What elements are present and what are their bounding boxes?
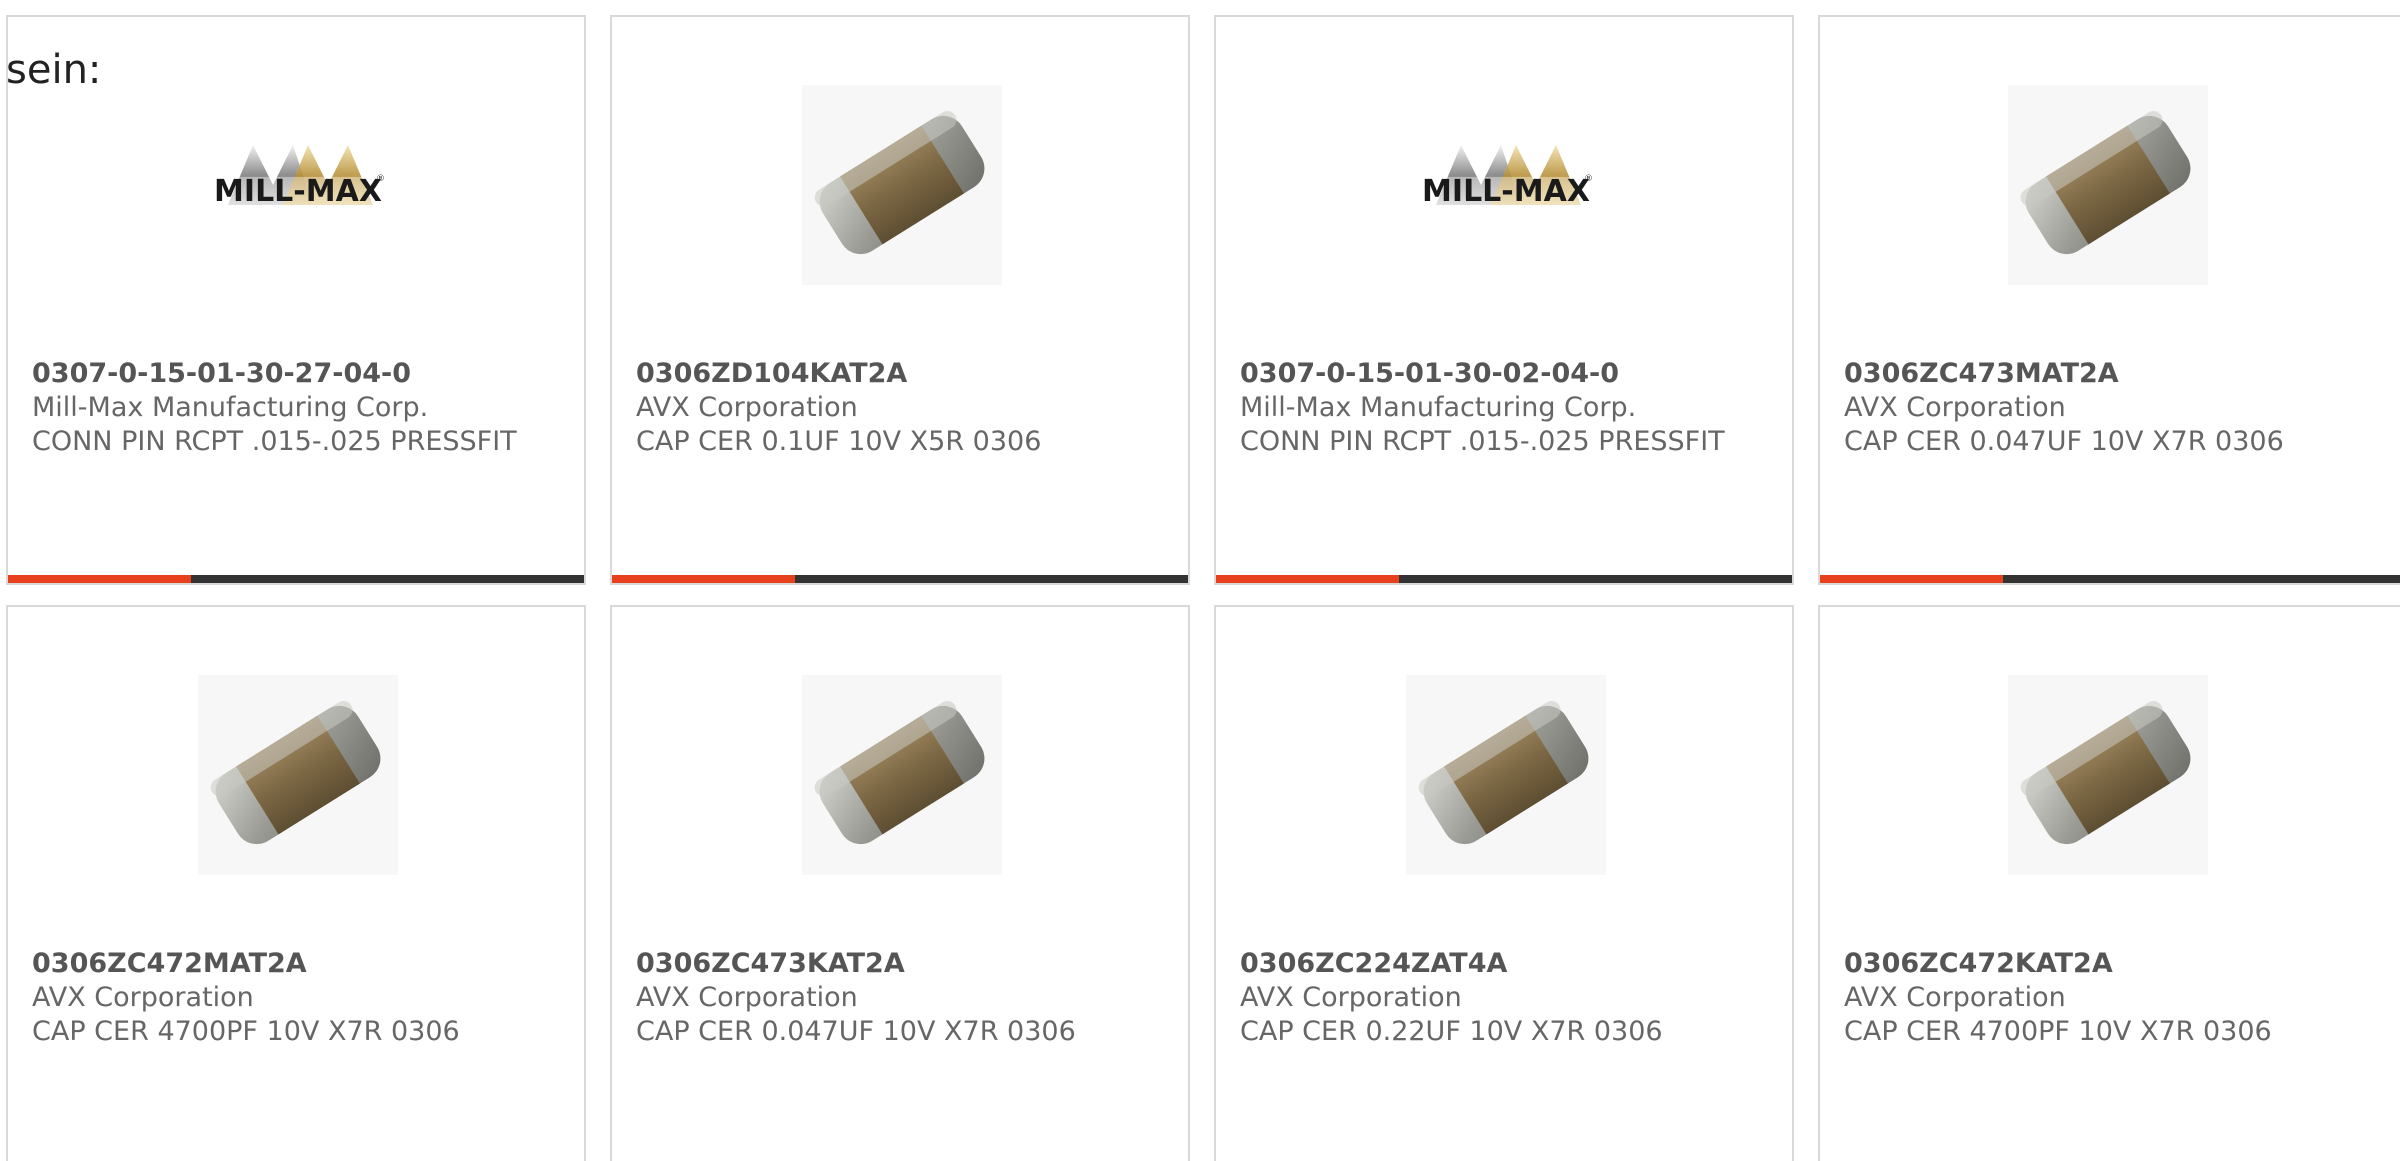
accent-segment xyxy=(1216,575,1399,583)
product-description: CAP CER 4700PF 10V X7R 0306 xyxy=(1844,1016,2272,1047)
product-image-mill-max-logo[interactable] xyxy=(1406,85,1606,285)
product-info: 0307-0-15-01-30-27-04-0 Mill-Max Manufac… xyxy=(32,357,560,459)
part-number-link[interactable]: 0306ZC472KAT2A xyxy=(1844,947,2384,981)
product-description: CONN PIN RCPT .015-.025 PRESSFIT xyxy=(1240,426,1725,457)
product-description: CAP CER 0.1UF 10V X5R 0306 xyxy=(636,426,1042,457)
manufacturer-name: AVX Corporation xyxy=(1240,982,1462,1013)
accent-segment xyxy=(612,575,795,583)
card-divider-bar xyxy=(1820,575,2400,583)
product-card[interactable]: 0306ZD104KAT2A AVX Corporation CAP CER 0… xyxy=(610,15,1190,585)
product-description: CONN PIN RCPT .015-.025 PRESSFIT xyxy=(32,426,517,457)
product-info: 0306ZC472MAT2A AVX Corporation CAP CER 4… xyxy=(32,947,560,1049)
manufacturer-name: Mill-Max Manufacturing Corp. xyxy=(32,392,429,423)
manufacturer-name: AVX Corporation xyxy=(636,982,858,1013)
card-divider-bar xyxy=(612,575,1188,583)
product-description: CAP CER 4700PF 10V X7R 0306 xyxy=(32,1016,460,1047)
product-card[interactable]: 0306ZC473MAT2A AVX Corporation CAP CER 0… xyxy=(1818,15,2400,585)
part-number-link[interactable]: 0306ZD104KAT2A xyxy=(636,357,1164,391)
product-description: CAP CER 0.047UF 10V X7R 0306 xyxy=(1844,426,2284,457)
product-image-capacitor[interactable] xyxy=(802,675,1002,875)
product-card[interactable]: 0307-0-15-01-30-27-04-0 Mill-Max Manufac… xyxy=(6,15,586,585)
product-info: 0306ZC473MAT2A AVX Corporation CAP CER 0… xyxy=(1844,357,2384,459)
product-info: 0306ZC472KAT2A AVX Corporation CAP CER 4… xyxy=(1844,947,2384,1049)
manufacturer-name: AVX Corporation xyxy=(636,392,858,423)
product-info: 0306ZC473KAT2A AVX Corporation CAP CER 0… xyxy=(636,947,1164,1049)
product-card[interactable]: 0306ZC473KAT2A AVX Corporation CAP CER 0… xyxy=(610,605,1190,1161)
product-image-capacitor[interactable] xyxy=(2008,85,2208,285)
product-grid-page: sein: 0307-0-15-01-30-27-04-0 Mill-Max M… xyxy=(0,0,2400,1161)
card-divider-bar xyxy=(8,575,584,583)
product-image-capacitor[interactable] xyxy=(2008,675,2208,875)
product-image-mill-max-logo[interactable] xyxy=(198,85,398,285)
manufacturer-name: AVX Corporation xyxy=(1844,392,2066,423)
accent-segment xyxy=(1820,575,2003,583)
product-image-capacitor[interactable] xyxy=(802,85,1002,285)
product-info: 0307-0-15-01-30-02-04-0 Mill-Max Manufac… xyxy=(1240,357,1768,459)
part-number-link[interactable]: 0306ZC472MAT2A xyxy=(32,947,560,981)
part-number-link[interactable]: 0307-0-15-01-30-02-04-0 xyxy=(1240,357,1768,391)
part-number-link[interactable]: 0306ZC473MAT2A xyxy=(1844,357,2384,391)
part-number-link[interactable]: 0307-0-15-01-30-27-04-0 xyxy=(32,357,560,391)
part-number-link[interactable]: 0306ZC473KAT2A xyxy=(636,947,1164,981)
manufacturer-name: AVX Corporation xyxy=(32,982,254,1013)
product-image-capacitor[interactable] xyxy=(1406,675,1606,875)
card-divider-bar xyxy=(1216,575,1792,583)
product-card[interactable]: 0306ZC472MAT2A AVX Corporation CAP CER 4… xyxy=(6,605,586,1161)
product-card[interactable]: 0307-0-15-01-30-02-04-0 Mill-Max Manufac… xyxy=(1214,15,1794,585)
product-description: CAP CER 0.047UF 10V X7R 0306 xyxy=(636,1016,1076,1047)
accent-segment xyxy=(8,575,191,583)
product-info: 0306ZD104KAT2A AVX Corporation CAP CER 0… xyxy=(636,357,1164,459)
product-description: CAP CER 0.22UF 10V X7R 0306 xyxy=(1240,1016,1663,1047)
product-card[interactable]: 0306ZC472KAT2A AVX Corporation CAP CER 4… xyxy=(1818,605,2400,1161)
product-card[interactable]: 0306ZC224ZAT4A AVX Corporation CAP CER 0… xyxy=(1214,605,1794,1161)
product-info: 0306ZC224ZAT4A AVX Corporation CAP CER 0… xyxy=(1240,947,1768,1049)
product-image-capacitor[interactable] xyxy=(198,675,398,875)
intro-text: sein: xyxy=(6,47,102,93)
manufacturer-name: Mill-Max Manufacturing Corp. xyxy=(1240,392,1637,423)
part-number-link[interactable]: 0306ZC224ZAT4A xyxy=(1240,947,1768,981)
manufacturer-name: AVX Corporation xyxy=(1844,982,2066,1013)
